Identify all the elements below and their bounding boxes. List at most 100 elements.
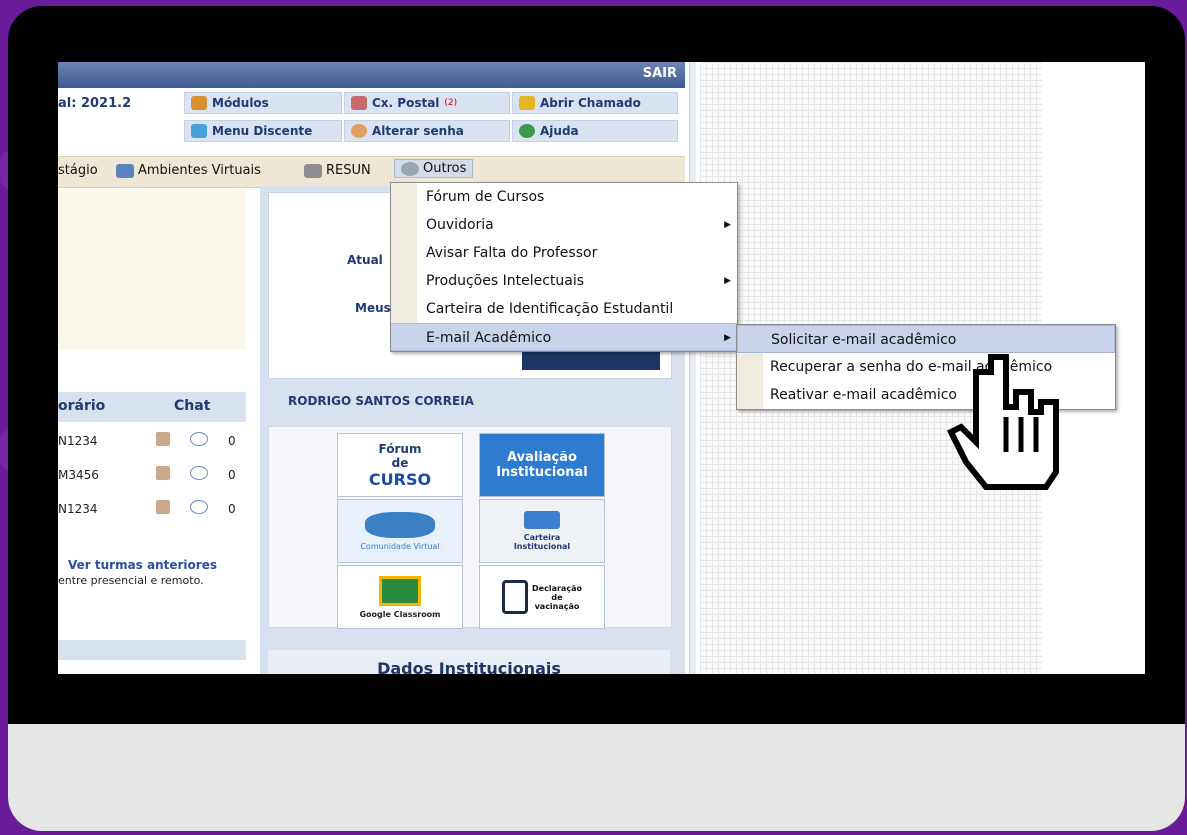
- modulos-button[interactable]: Módulos: [184, 92, 342, 114]
- turma-code: N1234: [58, 502, 98, 516]
- col-horario: orário: [58, 398, 106, 414]
- caixa-postal-count: (2): [444, 98, 458, 108]
- menu-item-avisar-falta[interactable]: Avisar Falta do Professor: [391, 239, 737, 267]
- chat-icon[interactable]: [190, 500, 208, 514]
- classroom-icon: [378, 575, 421, 606]
- meus-label: Meus: [355, 301, 391, 315]
- caixa-postal-label: Cx. Postal: [372, 96, 440, 110]
- col-chat: Chat: [174, 398, 211, 414]
- mailbox-icon: [351, 96, 367, 110]
- sigaa-panel: SAIR al: 2021.2 Módulos Cx. Postal (2) A…: [58, 62, 685, 674]
- section-bar: [58, 640, 246, 660]
- menu-ambientes-virtuais-label: Ambientes Virtuais: [138, 163, 261, 178]
- menu-discente-label: Menu Discente: [212, 124, 313, 138]
- table-row: N1234 0: [58, 426, 246, 458]
- abrir-chamado-label: Abrir Chamado: [540, 96, 641, 110]
- top-bar: SAIR: [58, 62, 685, 88]
- dados-institucionais-heading: Dados Institucionais: [268, 650, 670, 674]
- avaliacao-line2: Institucional: [496, 465, 588, 480]
- user-icon: [351, 124, 367, 138]
- hand-pointer-icon: [946, 354, 1059, 490]
- box-icon: [191, 96, 207, 110]
- ajuda-button[interactable]: Ajuda: [512, 120, 678, 142]
- people-icon: [116, 163, 134, 178]
- forum-curso-line2: de: [391, 455, 409, 470]
- comunidade-virtual-button[interactable]: Comunidade Virtual: [337, 499, 463, 563]
- submenu-arrow-icon: ▶: [724, 220, 731, 230]
- forum-curso-button[interactable]: Fórum de CURSO: [337, 433, 463, 497]
- monitor-bottom-bezel: [8, 724, 1185, 831]
- declaracao-line1: Declaração: [532, 583, 582, 593]
- monitor-frame: SAIR al: 2021.2 Módulos Cx. Postal (2) A…: [8, 6, 1185, 831]
- menu-item-carteira-identificacao[interactable]: Carteira de Identificação Estudantil: [391, 295, 737, 323]
- modalidade-note: entre presencial e remoto.: [58, 574, 204, 587]
- menu-item-label: Ouvidoria: [426, 217, 494, 233]
- gear-icon: [401, 161, 419, 176]
- food-icon: [304, 163, 322, 178]
- submenu-arrow-icon: ▶: [724, 276, 731, 286]
- caixa-postal-button[interactable]: Cx. Postal (2): [344, 92, 510, 114]
- menu-item-forum-de-cursos[interactable]: Fórum de Cursos: [391, 183, 737, 211]
- exit-link[interactable]: SAIR: [643, 66, 677, 81]
- menu-discente-button[interactable]: Menu Discente: [184, 120, 342, 142]
- chat-icon[interactable]: [190, 466, 208, 480]
- chat-icon[interactable]: [190, 432, 208, 446]
- network-icon: [191, 124, 207, 138]
- classroom-label: Google Classroom: [359, 609, 441, 619]
- modulos-label: Módulos: [212, 96, 269, 110]
- clipboard-icon: [502, 580, 529, 614]
- turmas-header: orário Chat: [58, 392, 246, 422]
- submenu-item-solicitar-email[interactable]: Solicitar e-mail acadêmico: [737, 325, 1115, 353]
- alterar-senha-button[interactable]: Alterar senha: [344, 120, 510, 142]
- forum-icon[interactable]: [156, 500, 170, 514]
- ajuda-label: Ajuda: [540, 124, 579, 138]
- alterar-senha-label: Alterar senha: [372, 124, 464, 138]
- menu-item-label: E-mail Acadêmico: [426, 330, 552, 346]
- people-icon: [365, 511, 435, 538]
- menu-outros[interactable]: Outros: [394, 159, 474, 178]
- submenu-item-label: Reativar e-mail acadêmico: [770, 387, 957, 403]
- menu-item-ouvidoria[interactable]: Ouvidoria ▶: [391, 211, 737, 239]
- submenu-arrow-icon: ▶: [724, 333, 731, 343]
- menu-item-label: Produções Intelectuais: [426, 273, 585, 289]
- declaracao-vacinacao-button[interactable]: Declaração de vacinação: [479, 565, 605, 629]
- menu-estagio[interactable]: stágio: [58, 163, 98, 178]
- portal-links: Fórum de CURSO Avaliação Institucional C…: [268, 426, 672, 629]
- declaracao-line3: vacinação: [534, 601, 580, 611]
- menu-item-producoes-intelectuais[interactable]: Produções Intelectuais ▶: [391, 267, 737, 295]
- semester-label: al: 2021.2: [58, 96, 132, 111]
- carteira-line2: Institucional: [513, 542, 571, 551]
- menu-item-label: Fórum de Cursos: [426, 189, 545, 205]
- avaliacao-institucional-button[interactable]: Avaliação Institucional: [479, 433, 605, 497]
- chat-count: 0: [228, 434, 236, 448]
- outros-dropdown-menu: Fórum de Cursos Ouvidoria ▶ Avisar Falta…: [390, 182, 738, 352]
- abrir-chamado-button[interactable]: Abrir Chamado: [512, 92, 678, 114]
- help-icon: [519, 124, 535, 138]
- menu-estagio-label: stágio: [58, 163, 98, 178]
- carteira-line1: Carteira: [523, 533, 561, 542]
- screen: SAIR al: 2021.2 Módulos Cx. Postal (2) A…: [58, 62, 1145, 674]
- ver-turmas-anteriores-link[interactable]: Ver turmas anteriores: [68, 558, 217, 572]
- avaliacao-line1: Avaliação: [507, 450, 577, 465]
- menu-item-label: Avisar Falta do Professor: [426, 245, 598, 261]
- forum-icon[interactable]: [156, 432, 170, 446]
- forum-icon[interactable]: [156, 466, 170, 480]
- menu-resun[interactable]: RESUN: [304, 163, 371, 178]
- turma-code: M3456: [58, 468, 99, 482]
- menu-ambientes-virtuais[interactable]: Ambientes Virtuais: [116, 163, 261, 178]
- forum-curso-line1: Fórum: [378, 441, 422, 456]
- menu-outros-label: Outros: [423, 161, 467, 176]
- notice-area: [58, 190, 246, 350]
- table-row: N1234 0: [58, 494, 246, 526]
- forum-curso-line3: CURSO: [368, 469, 432, 489]
- turma-code: N1234: [58, 434, 98, 448]
- panel-divider: [689, 62, 696, 674]
- declaracao-line2: de: [551, 592, 563, 602]
- carteira-institucional-button[interactable]: Carteira Institucional: [479, 499, 605, 563]
- google-classroom-button[interactable]: Google Classroom: [337, 565, 463, 629]
- submenu-item-label: Solicitar e-mail acadêmico: [771, 332, 957, 348]
- menu-item-email-academico[interactable]: E-mail Acadêmico ▶: [391, 323, 737, 351]
- table-row: M3456 0: [58, 460, 246, 492]
- menu-item-label: Carteira de Identificação Estudantil: [426, 301, 674, 317]
- atual-label: Atual: [347, 253, 383, 267]
